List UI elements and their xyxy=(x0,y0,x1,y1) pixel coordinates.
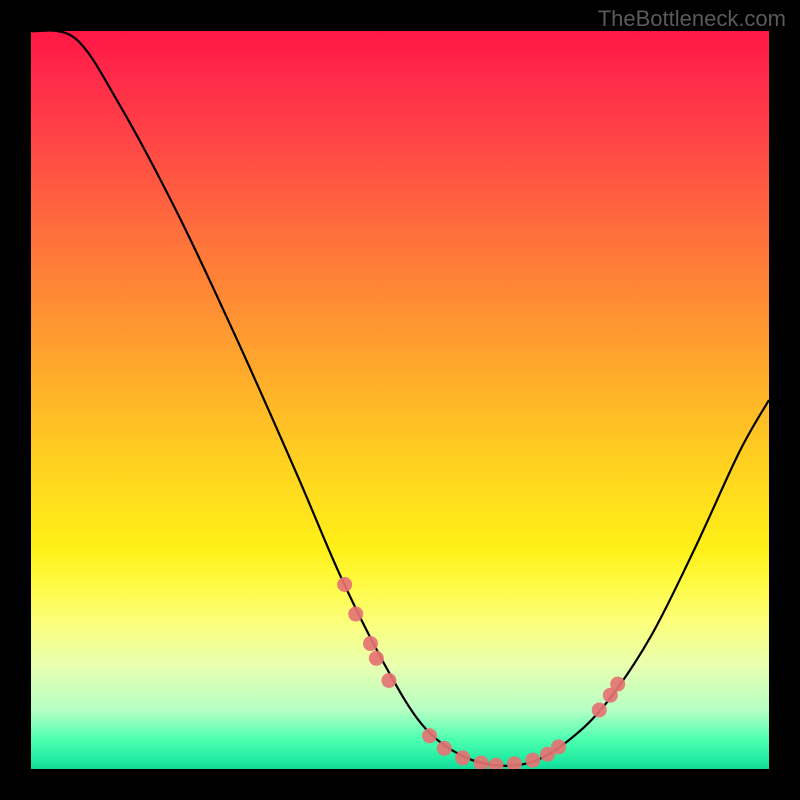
curve-marker xyxy=(337,577,352,592)
curve-marker xyxy=(348,607,363,622)
watermark-text: TheBottleneck.com xyxy=(598,6,786,32)
curve-markers xyxy=(337,577,625,769)
curve-marker xyxy=(592,702,607,717)
curve-marker xyxy=(551,739,566,754)
curve-marker xyxy=(488,758,503,769)
curve-marker xyxy=(474,756,489,769)
curve-marker xyxy=(422,728,437,743)
curve-marker xyxy=(369,651,384,666)
bottleneck-curve xyxy=(31,31,769,766)
curve-marker xyxy=(455,750,470,765)
curve-marker xyxy=(363,636,378,651)
curve-marker xyxy=(610,677,625,692)
curve-marker xyxy=(437,741,452,756)
chart-plot-area xyxy=(31,31,769,769)
curve-marker xyxy=(525,753,540,768)
curve-marker xyxy=(507,756,522,769)
chart-curve-layer xyxy=(31,31,769,769)
curve-marker xyxy=(381,673,396,688)
